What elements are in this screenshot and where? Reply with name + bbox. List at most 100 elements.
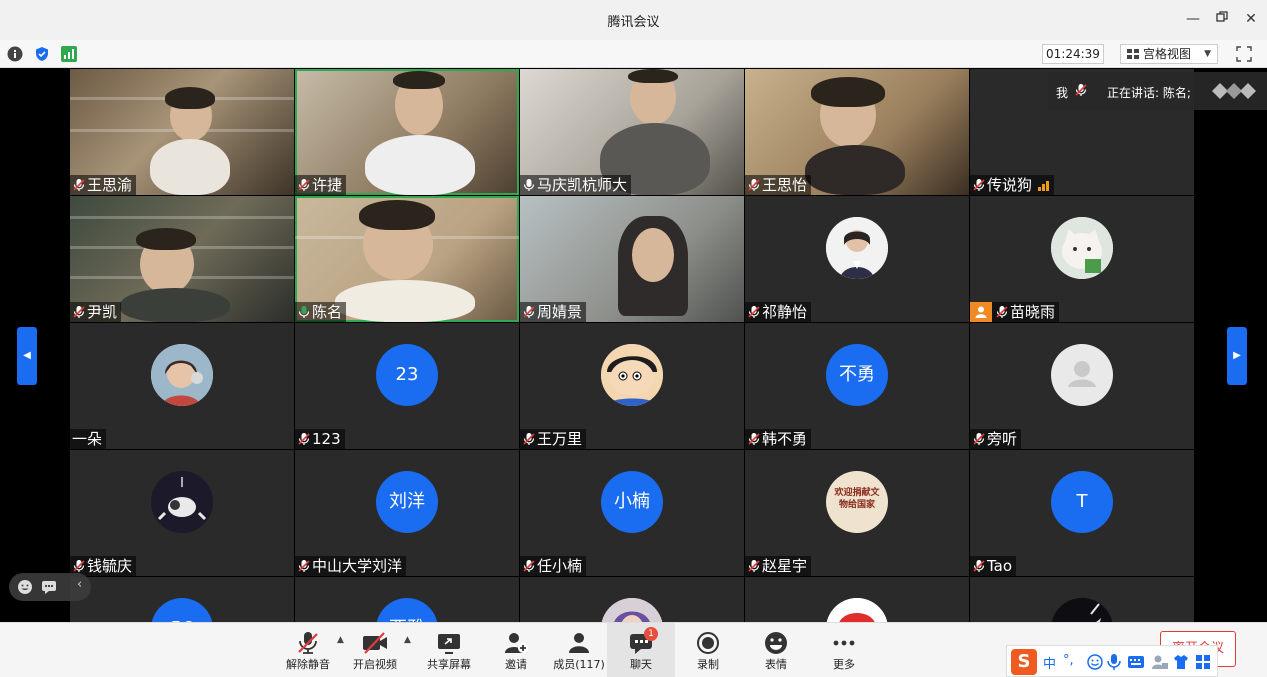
view-mode-dropdown[interactable]: 宫格视图 ▼: [1120, 44, 1218, 64]
participant-tile[interactable]: 56: [70, 577, 294, 622]
participant-avatar: 56: [151, 598, 213, 622]
ime-toolbar: S 中 °,: [1006, 645, 1218, 677]
participant-name: 韩不勇: [745, 429, 812, 449]
mic-muted-icon: [973, 179, 985, 191]
participant-avatar: [1051, 344, 1113, 406]
info-bar: 01:24:39 宫格视图 ▼: [0, 40, 1267, 68]
close-button[interactable]: ✕: [1241, 9, 1261, 29]
participant-tile[interactable]: 王万里: [520, 323, 744, 449]
speaking-text: 正在讲话: 陈名;: [1107, 86, 1191, 100]
record-button[interactable]: 录制: [688, 623, 728, 677]
next-page-button[interactable]: ▶: [1227, 327, 1247, 385]
caret-up-icon: ▲: [404, 635, 411, 645]
default-user-icon: [1068, 361, 1096, 387]
members-label: 成员(117): [553, 658, 605, 671]
more-dots-icon: [833, 640, 855, 646]
restore-icon: [1216, 11, 1228, 22]
mic-muted-icon: [523, 306, 535, 318]
participant-tile[interactable]: 不勇 韩不勇: [745, 323, 969, 449]
participant-tile[interactable]: [745, 577, 969, 622]
meeting-window: 腾讯会议 — ✕ 01:24:39 宫格视图 ▼ 王思渝 许捷 马庆凯杭师大 王…: [0, 0, 1267, 677]
participant-tile[interactable]: 钱毓庆: [70, 450, 294, 576]
mic-muted-icon: [523, 560, 535, 572]
share-screen-button[interactable]: 共享屏幕: [424, 623, 474, 677]
participant-tile[interactable]: 欢迎捐献文 物给国家 赵星宇: [745, 450, 969, 576]
more-button[interactable]: 更多: [824, 623, 864, 677]
participant-name: 旁听: [970, 429, 1022, 449]
avatar-caption-line1: 欢迎捐献文: [834, 488, 880, 498]
members-button[interactable]: 成员(117): [552, 623, 606, 677]
punctuation-icon[interactable]: °,: [1063, 653, 1074, 668]
participant-tile[interactable]: 西雅: [295, 577, 519, 622]
participant-tile[interactable]: 周婧景: [520, 196, 744, 322]
participant-tile[interactable]: 许捷: [295, 69, 519, 195]
participant-avatar: 西雅: [376, 598, 438, 622]
network-signal-icon[interactable]: [61, 46, 77, 62]
astronaut-avatar-icon: [151, 471, 213, 533]
mic-muted-icon: [73, 179, 85, 191]
restore-button[interactable]: [1212, 9, 1232, 29]
mic-muted-icon: [73, 306, 85, 318]
participant-tile[interactable]: 23 123: [295, 323, 519, 449]
title-bar: 腾讯会议 — ✕: [0, 0, 1267, 40]
participant-name: 传说狗: [970, 175, 1055, 195]
participant-tile[interactable]: [520, 577, 744, 622]
invite-button[interactable]: 邀请: [496, 623, 536, 677]
participant-avatar: 小楠: [601, 471, 663, 533]
participant-tile[interactable]: T Tao: [970, 450, 1194, 576]
chat-label: 聊天: [630, 658, 652, 671]
shield-icon[interactable]: [34, 46, 50, 62]
participant-tile[interactable]: 苗晓雨: [970, 196, 1194, 322]
cartoon-avatar-icon: [826, 598, 888, 622]
previous-page-button[interactable]: ◀: [17, 327, 37, 385]
reactions-button[interactable]: 表情: [756, 623, 796, 677]
participant-avatar: [151, 344, 213, 406]
sogou-logo-icon[interactable]: S: [1011, 649, 1037, 675]
skin-shirt-icon[interactable]: [1173, 654, 1189, 670]
participant-tile[interactable]: [970, 577, 1194, 622]
user-tools-icon[interactable]: [1151, 654, 1169, 670]
chat-button[interactable]: 1 聊天: [607, 623, 675, 677]
audio-options-button[interactable]: ▲: [335, 623, 349, 677]
participant-name: 王万里: [520, 429, 587, 449]
girl-avatar-icon: [151, 344, 213, 406]
fullscreen-icon[interactable]: [1236, 46, 1252, 62]
participant-tile[interactable]: 王思渝: [70, 69, 294, 195]
info-icon[interactable]: [7, 46, 23, 62]
participant-avatar: 欢迎捐献文 物给国家: [826, 471, 888, 533]
participant-avatar: [826, 217, 888, 279]
voice-input-icon[interactable]: [1107, 653, 1121, 671]
participant-tile[interactable]: 旁听: [970, 323, 1194, 449]
participant-tile[interactable]: 一朵: [70, 323, 294, 449]
participant-tile[interactable]: 刘洋 中山大学刘洋: [295, 450, 519, 576]
ime-language-toggle[interactable]: 中: [1043, 653, 1056, 672]
minimize-button[interactable]: —: [1183, 9, 1203, 29]
participant-tile[interactable]: 马庆凯杭师大: [520, 69, 744, 195]
participant-avatar: 23: [376, 344, 438, 406]
keyboard-icon[interactable]: [1127, 655, 1145, 669]
collapse-chevron-icon[interactable]: ‹: [77, 577, 82, 592]
unmute-button[interactable]: 解除静音: [284, 623, 332, 677]
emoji-icon[interactable]: [17, 579, 33, 595]
participant-name: 周婧景: [520, 302, 587, 322]
participant-tile[interactable]: 小楠 任小楠: [520, 450, 744, 576]
chat-bubble-icon[interactable]: [41, 579, 57, 595]
participant-name: 中山大学刘洋: [295, 556, 407, 576]
participant-avatar: [601, 598, 663, 622]
participant-tile[interactable]: 祁静怡: [745, 196, 969, 322]
participant-tile[interactable]: 尹凯: [70, 196, 294, 322]
mic-muted-icon: [996, 306, 1008, 318]
toolbox-grid-icon[interactable]: [1195, 654, 1211, 670]
mic-muted-icon[interactable]: [1074, 83, 1088, 97]
participant-tile[interactable]: 王思怡: [745, 69, 969, 195]
mic-muted-icon: [298, 433, 310, 445]
unmute-label: 解除静音: [286, 658, 330, 671]
invite-user-icon: [505, 633, 528, 653]
emoji-icon[interactable]: [1087, 654, 1103, 670]
participant-tile[interactable]: 陈名: [295, 196, 519, 322]
participant-avatar: T: [1051, 471, 1113, 533]
mic-muted-icon: [298, 179, 310, 191]
start-video-button[interactable]: 开启视频: [350, 623, 400, 677]
reactions-label: 表情: [765, 658, 787, 671]
video-options-button[interactable]: ▲: [402, 623, 416, 677]
